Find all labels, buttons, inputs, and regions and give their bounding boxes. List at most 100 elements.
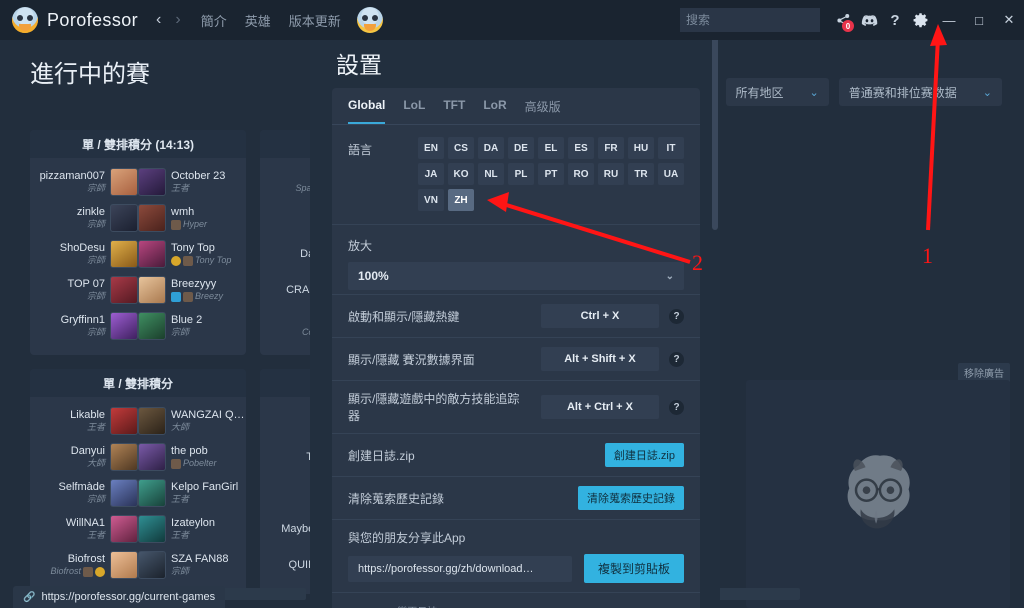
lang-de[interactable]: DE xyxy=(508,137,534,159)
nav-link-about[interactable]: 簡介 xyxy=(201,11,227,30)
games-column-1: 單 / 雙排積分 (14:13) pizzaman007 宗師 October … xyxy=(30,130,246,608)
lang-hu[interactable]: HU xyxy=(628,137,654,159)
zoom-value: 100% xyxy=(358,269,389,283)
nav-poro-icon[interactable] xyxy=(356,7,383,33)
lang-zh[interactable]: ZH xyxy=(448,189,474,211)
player-left: pizzaman007 宗師 xyxy=(38,168,138,196)
app-window: Porofessor ‹ › 簡介 英雄 版本更新 搜索 0 ? — □ ✕ 進… xyxy=(0,0,1024,608)
tab-lol[interactable]: LoL xyxy=(403,98,425,124)
game-row[interactable]: pizzaman007 宗師 October 23 王者 xyxy=(38,165,238,199)
lang-fr[interactable]: FR xyxy=(598,137,624,159)
champion-portrait xyxy=(110,240,138,268)
nav-link-patch[interactable]: 版本更新 xyxy=(289,11,341,30)
discord-button[interactable] xyxy=(856,0,882,40)
game-card-rows: Likable 王者 WANGZAI Q… 大師 Danyui 大師 the p… xyxy=(30,397,246,594)
forward-arrow-icon[interactable]: › xyxy=(175,12,180,28)
settings-title: 設置 xyxy=(336,52,382,78)
lang-ro[interactable]: RO xyxy=(568,163,594,185)
help-icon[interactable]: ? xyxy=(669,351,684,367)
clear-history-button[interactable]: 清除蒐索歷史記錄 xyxy=(578,486,684,510)
player-name: Biofrost xyxy=(67,553,105,565)
lang-ko[interactable]: KO xyxy=(448,163,474,185)
player-name: Likable xyxy=(70,409,105,421)
player-name: WillNA1 xyxy=(65,517,105,529)
lang-it[interactable]: IT xyxy=(658,137,684,159)
settings-gear-button[interactable] xyxy=(908,0,934,40)
nav-link-champions[interactable]: 英雄 xyxy=(245,11,271,30)
game-row[interactable]: Selfmàde 宗師 Kelpo FanGirl 王者 xyxy=(38,476,238,510)
tab-tft[interactable]: TFT xyxy=(443,98,465,124)
player-tier: Tony Top xyxy=(171,255,231,266)
lang-ru[interactable]: RU xyxy=(598,163,624,185)
player-name: Tony Top xyxy=(171,242,215,254)
filter-dropdown-queue[interactable]: 普通赛和排位赛数据 ⌄ xyxy=(838,78,1002,106)
player-tier: 宗師 xyxy=(86,494,105,504)
game-row[interactable]: Likable 王者 WANGZAI Q… 大師 xyxy=(38,404,245,438)
help-icon[interactable]: ? xyxy=(669,308,684,324)
zoom-select[interactable]: 100% ⌄ xyxy=(348,262,684,290)
lang-vn[interactable]: VN xyxy=(418,189,444,211)
tab-lor[interactable]: LoR xyxy=(483,98,506,124)
badge-blue-icon xyxy=(171,291,181,302)
hotkey-value[interactable]: Ctrl + X xyxy=(541,304,659,328)
search-box[interactable] xyxy=(680,8,841,32)
tab-global[interactable]: Global xyxy=(348,98,386,124)
game-row[interactable]: Danyui 大師 the pob Pobelter xyxy=(38,440,238,474)
search-input[interactable] xyxy=(686,13,841,27)
lang-ua[interactable]: UA xyxy=(658,163,684,185)
game-card[interactable]: 單 / 雙排積分 Likable 王者 WANGZAI Q… 大師 Danyui… xyxy=(30,369,246,594)
help-icon[interactable]: ? xyxy=(669,399,684,415)
version-row: v.2.7.275 - 變更日誌 xyxy=(332,592,700,608)
lang-en[interactable]: EN xyxy=(418,137,444,159)
language-grid: EN CS DA DE EL ES FR HU IT JA KO NL PL P… xyxy=(418,137,684,211)
game-row[interactable]: TOP 07 宗師 Breezyyy Breezy xyxy=(38,273,238,307)
close-window-button[interactable]: ✕ xyxy=(994,0,1024,40)
streamer-avatar-icon xyxy=(183,255,193,266)
game-row[interactable]: ShoDesu 宗師 Tony Top Tony Top xyxy=(38,237,238,271)
page-title: 進行中的賽 xyxy=(30,61,150,88)
lang-tr[interactable]: TR xyxy=(628,163,654,185)
brand: Porofessor xyxy=(12,7,138,33)
game-row[interactable]: zinkle 宗師 wmh Hyper xyxy=(38,201,238,235)
player-tier-text: Pobelter xyxy=(183,458,217,468)
share-button[interactable]: 0 xyxy=(830,0,856,40)
lang-ja[interactable]: JA xyxy=(418,163,444,185)
lang-el[interactable]: EL xyxy=(538,137,564,159)
lang-es[interactable]: ES xyxy=(568,137,594,159)
discord-icon xyxy=(861,14,877,26)
maximize-button[interactable]: □ xyxy=(964,0,994,40)
copy-to-clipboard-button[interactable]: 複製到剪貼板 xyxy=(583,554,684,583)
zoom-setting: 放大 100% ⌄ xyxy=(332,224,700,294)
hotkey-value[interactable]: Alt + Ctrl + X xyxy=(541,395,659,419)
tab-premium[interactable]: 高级版 xyxy=(525,98,561,124)
share-url-field[interactable]: https://porofessor.gg/zh/download… xyxy=(348,555,572,582)
language-label: 語言 xyxy=(348,143,373,157)
filter-dropdown-region[interactable]: 所有地区 ⌄ xyxy=(725,78,829,106)
lang-da[interactable]: DA xyxy=(478,137,504,159)
help-button[interactable]: ? xyxy=(882,0,908,40)
link-icon: 🔗 xyxy=(23,591,36,603)
player-tier: 王者 xyxy=(171,183,190,193)
player-name: Breezyyy xyxy=(171,278,217,290)
hotkey-row-spelltracker: 顯示/隱藏遊戲中的敵方技能追踪器 Alt + Ctrl + X ? xyxy=(332,380,700,433)
back-arrow-icon[interactable]: ‹ xyxy=(156,12,161,28)
game-card-rows: pizzaman007 宗師 October 23 王者 zinkle 宗師 w… xyxy=(30,158,246,355)
champion-portrait xyxy=(110,276,138,304)
share-badge: 0 xyxy=(842,20,854,32)
game-card[interactable]: 單 / 雙排積分 (14:13) pizzaman007 宗師 October … xyxy=(30,130,246,355)
player-tier: 宗師 xyxy=(86,327,105,337)
lang-nl[interactable]: NL xyxy=(478,163,504,185)
game-card-header: 單 / 雙排積分 (14:13) xyxy=(30,130,246,158)
minimize-button[interactable]: — xyxy=(934,0,964,40)
game-row[interactable]: Gryffinn1 宗師 Blue 2 宗師 xyxy=(38,309,238,343)
game-row[interactable]: WillNA1 王者 Izateylon 王者 xyxy=(38,512,238,546)
lang-cs[interactable]: CS xyxy=(448,137,474,159)
hotkey-value[interactable]: Alt + Shift + X xyxy=(541,347,659,371)
create-log-button[interactable]: 創建日誌.zip xyxy=(604,443,684,467)
lang-pl[interactable]: PL xyxy=(508,163,534,185)
game-row[interactable]: Biofrost Biofrost SZA FAN88 宗師 xyxy=(38,548,238,582)
player-tier-text: Biofrost xyxy=(50,566,81,576)
lang-pt[interactable]: PT xyxy=(538,163,564,185)
title-bar: Porofessor ‹ › 簡介 英雄 版本更新 搜索 0 ? — □ ✕ xyxy=(0,0,1024,40)
streamer-avatar-icon xyxy=(183,291,193,302)
